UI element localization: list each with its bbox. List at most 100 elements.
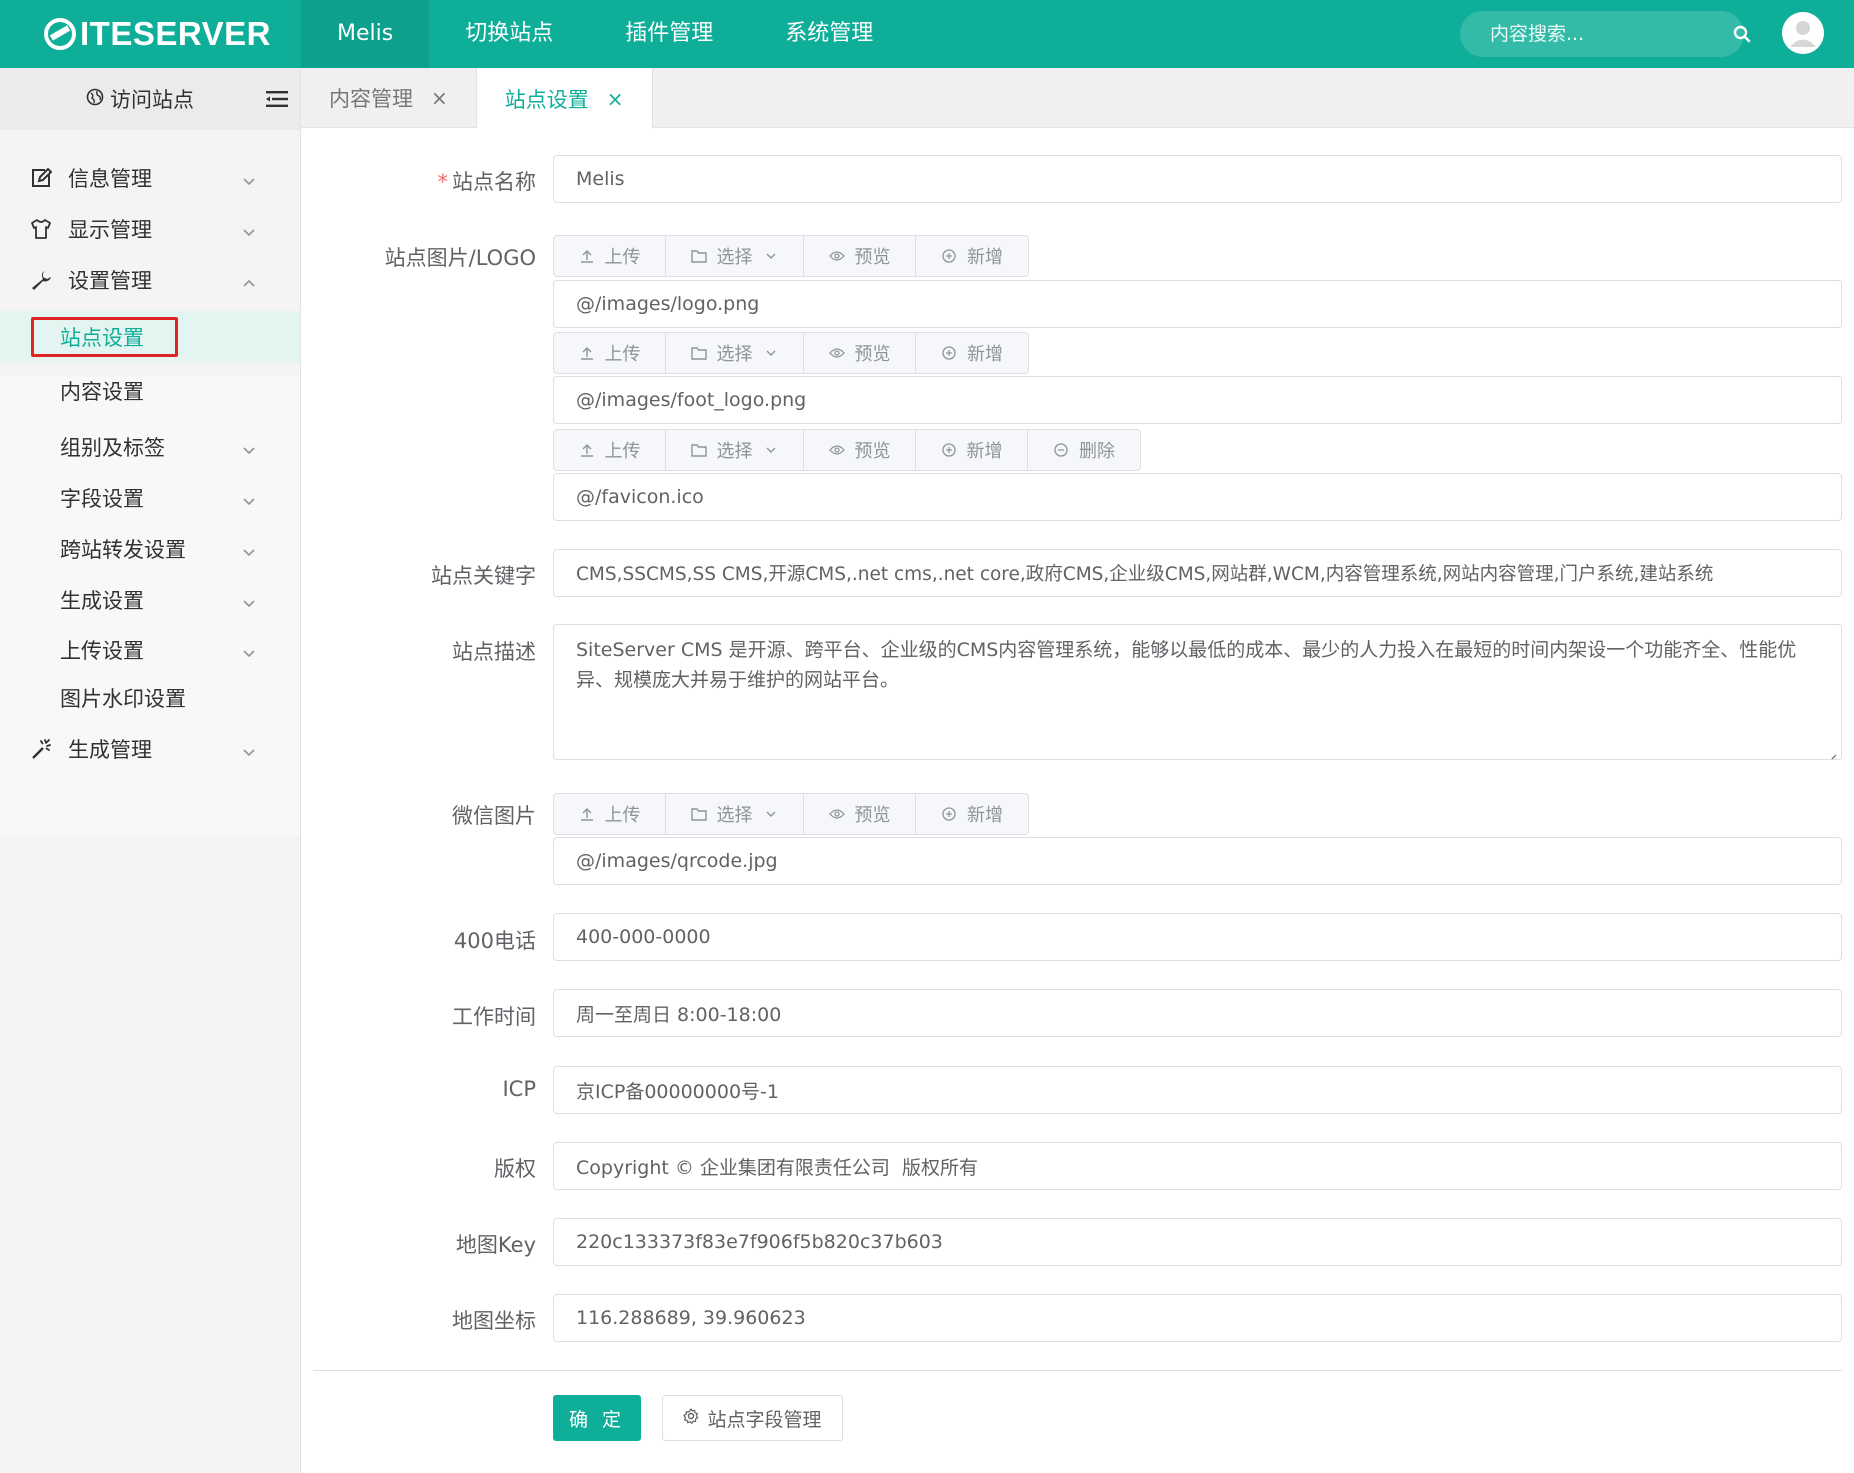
top-navbar: ITESERVER Melis 切换站点 插件管理 系统管理 (0, 0, 1854, 68)
gear-icon (683, 1407, 699, 1429)
favicon-path-input[interactable]: @/favicon.ico (553, 473, 1842, 521)
sidebar-item-label: 设置管理 (68, 269, 152, 293)
topnav-item-switch-site[interactable]: 切换站点 (429, 0, 589, 68)
description-text: SiteServer CMS 是开源、跨平台、企业级的CMS内容管理系统，能够以… (576, 639, 1797, 691)
work-time-input[interactable]: 周一至周日 8:00-18:00 (553, 989, 1842, 1037)
topnav-item-site[interactable]: Melis (301, 0, 430, 68)
map-coords-label: 地图坐标 (452, 1309, 536, 1333)
description-label: 站点描述 (452, 640, 536, 664)
sidebar-subitem-content-settings[interactable]: 内容设置 (0, 365, 300, 417)
tab-site-settings[interactable]: 站点设置 × (476, 68, 653, 129)
foot-logo-path-input[interactable]: @/images/foot_logo.png (553, 376, 1842, 424)
user-avatar[interactable] (1782, 12, 1824, 54)
preview-button-label: 预览 (854, 344, 891, 365)
chevron-down-icon (242, 490, 256, 506)
confirm-button[interactable]: 确 定 (553, 1395, 641, 1441)
sidebar-item-settings[interactable]: 设置管理 (0, 252, 300, 308)
siteserver-logo[interactable]: ITESERVER (44, 14, 271, 54)
favicon-button-group: 上传 选择 预览 新增 删除 (553, 429, 1141, 471)
icp-input[interactable]: 京ICP备00000000号-1 (553, 1066, 1842, 1114)
chevron-down-icon (242, 592, 256, 608)
plus-circle-icon (941, 248, 957, 264)
select-button[interactable]: 选择 (666, 794, 804, 834)
sidebar-subitem-watermark[interactable]: 图片水印设置 (0, 672, 300, 724)
add-button[interactable]: 新增 (916, 430, 1028, 470)
select-button[interactable]: 选择 (666, 430, 804, 470)
upload-icon (579, 442, 595, 458)
preview-button[interactable]: 预览 (804, 236, 916, 276)
map-key-input[interactable]: 220c133373f83e7f906f5b820c37b603 (553, 1218, 1842, 1266)
chevron-down-icon (242, 642, 256, 658)
sidebar-subitem-label: 内容设置 (60, 380, 144, 404)
copyright-input[interactable]: Copyright © 企业集团有限责任公司 版权所有 (553, 1142, 1842, 1190)
resize-grip-icon[interactable] (1825, 743, 1837, 759)
sidebar-subitem-label: 组别及标签 (60, 436, 165, 460)
phone-input[interactable]: 400-000-0000 (553, 913, 1842, 961)
field-manage-button[interactable]: 站点字段管理 (662, 1395, 843, 1441)
preview-button[interactable]: 预览 (804, 333, 916, 373)
keywords-label: 站点关键字 (431, 564, 536, 588)
select-button[interactable]: 选择 (666, 236, 804, 276)
copyright-label: 版权 (494, 1157, 536, 1181)
folder-icon (690, 248, 707, 264)
folder-icon (690, 442, 707, 458)
sidebar-subitem-generate-settings[interactable]: 生成设置 (0, 574, 300, 626)
chevron-up-icon (242, 272, 256, 287)
add-button[interactable]: 新增 (916, 236, 1028, 276)
preview-button[interactable]: 预览 (804, 794, 916, 834)
hamburger-icon[interactable] (266, 90, 288, 108)
keywords-input[interactable]: CMS,SSCMS,SS CMS,开源CMS,.net cms,.net cor… (553, 549, 1842, 597)
wechat-image-input[interactable]: @/images/qrcode.jpg (553, 837, 1842, 885)
close-icon[interactable]: × (431, 88, 448, 108)
required-mark: * (437, 170, 449, 194)
add-button[interactable]: 新增 (916, 794, 1028, 834)
description-textarea[interactable]: SiteServer CMS 是开源、跨平台、企业级的CMS内容管理系统，能够以… (553, 624, 1842, 760)
globe-icon (86, 87, 104, 111)
map-coords-input[interactable]: 116.288689, 39.960623 (553, 1294, 1842, 1342)
sidebar-item-generate[interactable]: 生成管理 (0, 721, 300, 777)
sidebar-item-display[interactable]: 显示管理 (0, 201, 300, 257)
close-icon[interactable]: × (607, 89, 624, 109)
search-input[interactable] (1490, 23, 1733, 45)
chevron-down-icon (242, 439, 256, 455)
site-name-input[interactable]: Melis (553, 155, 1842, 203)
visit-site-label: 访问站点 (110, 88, 194, 112)
preview-button[interactable]: 预览 (804, 430, 916, 470)
tab-content-manage[interactable]: 内容管理 × (301, 68, 477, 128)
tab-bar: 内容管理 × 站点设置 × (301, 68, 1854, 129)
search-icon[interactable] (1733, 23, 1751, 45)
select-button-label: 选择 (716, 247, 753, 268)
chevron-down-icon (763, 248, 779, 264)
add-button[interactable]: 新增 (916, 333, 1028, 373)
visit-site-link[interactable]: 访问站点 (86, 84, 194, 114)
select-button[interactable]: 选择 (666, 333, 804, 373)
upload-button[interactable]: 上传 (554, 794, 666, 834)
logo-path-input[interactable]: @/images/logo.png (553, 280, 1842, 328)
add-button-label: 新增 (967, 805, 1003, 826)
sidebar-subitem-field-settings[interactable]: 字段设置 (0, 472, 300, 524)
form-divider (313, 1370, 1842, 1371)
tab-label: 站点设置 (504, 87, 589, 112)
preview-button-label: 预览 (854, 805, 891, 826)
delete-button[interactable]: 删除 (1028, 430, 1140, 470)
sidebar-subitem-site-settings[interactable]: 站点设置 (0, 311, 300, 363)
topnav-item-plugins[interactable]: 插件管理 (589, 0, 749, 68)
select-button-label: 选择 (716, 344, 753, 365)
sidebar-subitem-groups-tags[interactable]: 组别及标签 (0, 421, 300, 473)
site-name-label: * 站点名称 (301, 166, 537, 196)
sidebar-subitem-cross-site[interactable]: 跨站转发设置 (0, 523, 300, 575)
logo-button-group: 上传 选择 预览 新增 (553, 235, 1029, 277)
sidebar-subitem-label: 跨站转发设置 (60, 538, 186, 562)
upload-button[interactable]: 上传 (554, 333, 666, 373)
select-button-label: 选择 (716, 441, 753, 462)
logo-button-group: 上传 选择 预览 新增 (553, 332, 1029, 374)
sidebar-item-info[interactable]: 信息管理 (0, 150, 300, 206)
select-button-label: 选择 (716, 805, 753, 826)
upload-button[interactable]: 上传 (554, 236, 666, 276)
topnav-item-system[interactable]: 系统管理 (749, 0, 909, 68)
sidebar-subitem-upload-settings[interactable]: 上传设置 (0, 624, 300, 676)
wechat-image-label: 微信图片 (452, 804, 536, 828)
upload-button-label: 上传 (604, 344, 641, 365)
upload-button[interactable]: 上传 (554, 430, 666, 470)
delete-button-label: 删除 (1079, 441, 1115, 462)
